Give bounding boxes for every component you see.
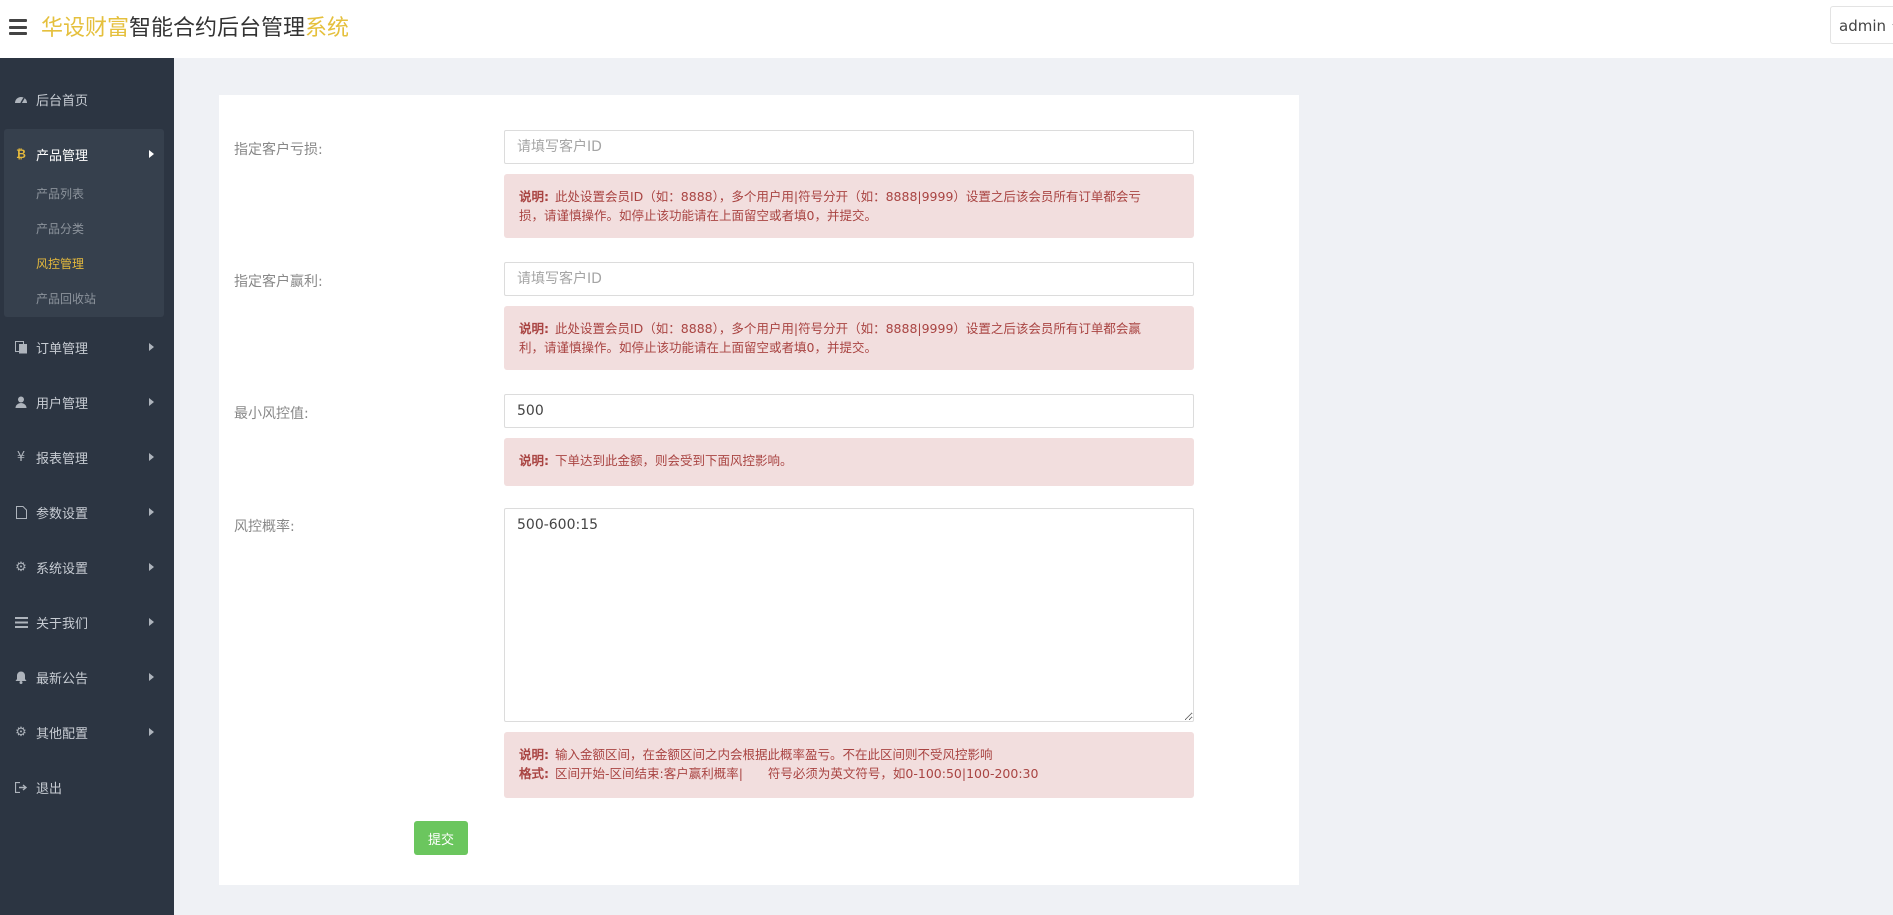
profit-customer-input[interactable] xyxy=(504,262,1194,296)
sidebar-item-products[interactable]: ₿ 产品管理 xyxy=(0,134,174,174)
brand-title: 华设财富智能合约后台管理系统 xyxy=(41,16,350,41)
sidebar-item-label: 其他配置 xyxy=(36,726,89,742)
sidebar-item-about[interactable]: 关于我们 xyxy=(0,602,174,642)
note-text: 输入金额区间，在金额区间之内会根据此概率盈亏。不在此区间则不受风控影响 xyxy=(555,747,993,762)
sidebar-item-system[interactable]: ⚙ 系统设置 xyxy=(0,547,174,587)
note-title: 说明: xyxy=(519,321,549,336)
user-icon xyxy=(13,394,29,410)
list-icon xyxy=(13,614,29,630)
chevron-right-icon xyxy=(149,508,154,516)
loss-customer-input[interactable] xyxy=(504,130,1194,164)
sidebar-item-label: 最新公告 xyxy=(36,671,89,687)
note-title: 格式: xyxy=(519,766,549,781)
user-name: admin xyxy=(1839,17,1886,35)
profit-note-alert: 说明: 此处设置会员ID（如：8888），多个用户用|符号分开（如：8888|99… xyxy=(504,306,1194,370)
sign-out-icon xyxy=(13,779,29,795)
chevron-right-icon xyxy=(149,150,154,158)
chevron-right-icon xyxy=(149,563,154,571)
chevron-right-icon xyxy=(149,453,154,461)
risk-rate-textarea[interactable]: 500-600:15 xyxy=(504,508,1194,722)
sidebar-item-users[interactable]: 用户管理 xyxy=(0,382,174,422)
submit-button[interactable]: 提交 xyxy=(414,821,468,855)
cogs-icon: ⚙ xyxy=(15,559,27,575)
chevron-right-icon xyxy=(149,618,154,626)
sidebar-item-label: 报表管理 xyxy=(36,451,89,467)
sidebar-item-home[interactable]: 后台首页 xyxy=(0,79,174,119)
file-icon xyxy=(13,504,29,520)
submenu-item-recycle-bin[interactable]: 产品回收站 xyxy=(36,290,96,307)
min-risk-label: 最小风控值: xyxy=(234,406,309,422)
gear-icon: ⚙ xyxy=(15,724,27,740)
risk-rate-note-alert: 说明: 输入金额区间，在金额区间之内会根据此概率盈亏。不在此区间则不受风控影响 格… xyxy=(504,732,1194,798)
note-title: 说明: xyxy=(519,189,549,204)
user-dropdown[interactable]: admin xyxy=(1830,6,1893,44)
chevron-right-icon xyxy=(149,343,154,351)
sidebar-item-params[interactable]: 参数设置 xyxy=(0,492,174,532)
loss-customer-label: 指定客户亏损: xyxy=(234,142,323,158)
sidebar: 后台首页 ₿ 产品管理 产品列表 产品分类 风控管理 产品回收站 订单管理 用户… xyxy=(0,58,174,915)
bitcoin-icon: ₿ xyxy=(16,147,26,161)
sidebar-item-label: 参数设置 xyxy=(36,506,89,522)
profit-customer-label: 指定客户赢利: xyxy=(234,274,323,290)
min-risk-input[interactable] xyxy=(504,394,1194,428)
sidebar-item-label: 关于我们 xyxy=(36,616,89,632)
submenu-item-product-list[interactable]: 产品列表 xyxy=(36,185,84,202)
submenu-item-product-category[interactable]: 产品分类 xyxy=(36,220,84,237)
note-title: 说明: xyxy=(519,747,549,762)
submenu-item-risk-control[interactable]: 风控管理 xyxy=(36,255,84,272)
bell-icon xyxy=(13,669,29,685)
note-text: 利，请谨慎操作。如停止该功能请在上面留空或者填0，并提交。 xyxy=(519,340,877,355)
yen-icon: ¥ xyxy=(16,449,26,465)
min-risk-note-alert: 说明: 下单达到此金额，则会受到下面风控影响。 xyxy=(504,438,1194,486)
risk-rate-label: 风控概率: xyxy=(234,519,295,535)
menu-toggle-icon[interactable] xyxy=(9,19,27,35)
note-text: 区间开始-区间结束:客户赢利概率| 符号必须为英文符号，如0-100:50|10… xyxy=(555,766,1039,781)
risk-control-form: 指定客户亏损: 说明: 此处设置会员ID（如：8888），多个用户用|符号分开（如… xyxy=(219,95,1299,885)
chevron-right-icon xyxy=(149,673,154,681)
sidebar-item-label: 产品管理 xyxy=(36,148,89,164)
note-text: 此处设置会员ID（如：8888），多个用户用|符号分开（如：8888|9999）… xyxy=(555,321,1141,336)
note-text: 下单达到此金额，则会受到下面风控影响。 xyxy=(555,453,793,468)
sidebar-item-label: 订单管理 xyxy=(36,341,89,357)
sidebar-item-logout[interactable]: 退出 xyxy=(0,767,174,807)
sidebar-item-orders[interactable]: 订单管理 xyxy=(0,327,174,367)
sidebar-item-other[interactable]: ⚙ 其他配置 xyxy=(0,712,174,752)
dashboard-icon xyxy=(13,91,29,107)
chevron-right-icon xyxy=(149,398,154,406)
chevron-right-icon xyxy=(149,728,154,736)
sidebar-item-label: 退出 xyxy=(36,781,63,797)
copy-icon xyxy=(13,339,29,355)
note-text: 此处设置会员ID（如：8888），多个用户用|符号分开（如：8888|9999）… xyxy=(555,189,1141,204)
sidebar-item-reports[interactable]: ¥ 报表管理 xyxy=(0,437,174,477)
top-header: 华设财富智能合约后台管理系统 admin xyxy=(0,0,1893,58)
loss-note-alert: 说明: 此处设置会员ID（如：8888），多个用户用|符号分开（如：8888|99… xyxy=(504,174,1194,238)
note-text: 损，请谨慎操作。如停止该功能请在上面留空或者填0，并提交。 xyxy=(519,208,877,223)
sidebar-item-label: 后台首页 xyxy=(36,93,89,109)
sidebar-item-notices[interactable]: 最新公告 xyxy=(0,657,174,697)
note-title: 说明: xyxy=(519,453,549,468)
sidebar-item-label: 系统设置 xyxy=(36,561,89,577)
sidebar-item-label: 用户管理 xyxy=(36,396,89,412)
